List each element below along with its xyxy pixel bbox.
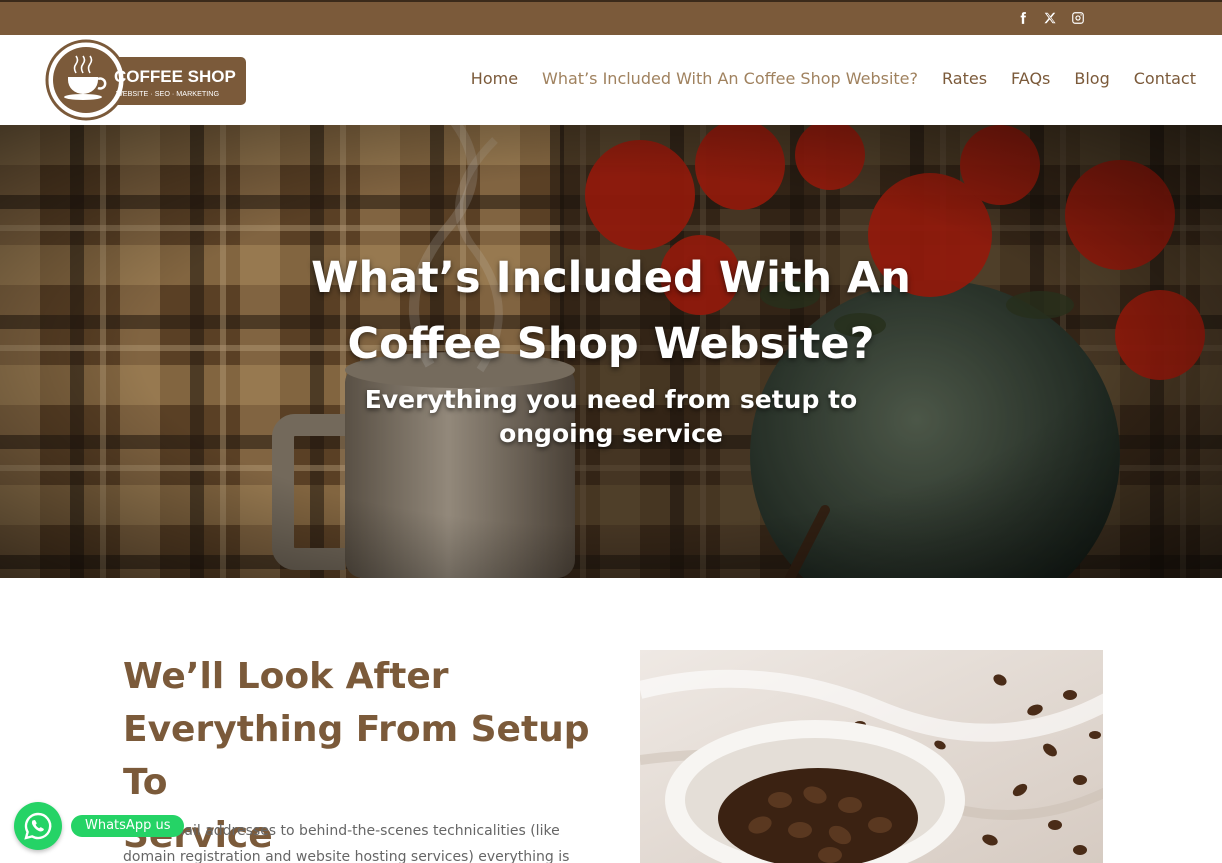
site-logo[interactable]: COFFEE SHOP WEBSITE · SEO · MARKETING xyxy=(44,39,248,121)
hero-section: What’s Included With An Coffee Shop Webs… xyxy=(0,125,1222,578)
hero-subtitle: Everything you need from setup to ongoin… xyxy=(0,383,1222,451)
hero-title-line-1: What’s Included With An xyxy=(311,253,911,303)
x-icon[interactable] xyxy=(1042,10,1058,26)
hero-title-line-2: Coffee Shop Website? xyxy=(347,319,875,369)
nav-item-home[interactable]: Home xyxy=(471,69,518,88)
logo-name: COFFEE SHOP xyxy=(114,67,236,86)
section-body-text: From email addresses to behind-the-scene… xyxy=(123,818,593,863)
logo-tagline: WEBSITE · SEO · MARKETING xyxy=(116,89,219,98)
nav-item-rates[interactable]: Rates xyxy=(942,69,987,88)
section-title-line-1: We’ll Look After xyxy=(123,656,449,697)
main-nav: Home What’s Included With An Coffee Shop… xyxy=(471,69,1196,88)
facebook-icon[interactable] xyxy=(1015,10,1031,26)
nav-item-contact[interactable]: Contact xyxy=(1134,69,1196,88)
top-bar xyxy=(0,0,1222,35)
whatsapp-icon[interactable] xyxy=(14,802,62,850)
nav-item-blog[interactable]: Blog xyxy=(1074,69,1109,88)
section-body-line-2: domain registration and website hosting … xyxy=(123,849,570,863)
nav-item-faqs[interactable]: FAQs xyxy=(1011,69,1050,88)
nav-item-whats-included[interactable]: What’s Included With An Coffee Shop Webs… xyxy=(542,69,918,88)
whatsapp-label[interactable]: WhatsApp us xyxy=(71,815,185,837)
instagram-icon[interactable] xyxy=(1070,10,1086,26)
section-body-line-1: From email addresses to behind-the-scene… xyxy=(123,823,560,839)
coffee-beans-image xyxy=(640,650,1103,863)
section-title-line-2: Everything From Setup To xyxy=(123,709,590,803)
site-header: COFFEE SHOP WEBSITE · SEO · MARKETING Ho… xyxy=(0,35,1222,125)
hero-subtitle-line-1: Everything you need from setup to xyxy=(364,385,858,414)
hero-subtitle-line-2: ongoing service xyxy=(499,419,723,448)
hero-title: What’s Included With An Coffee Shop Webs… xyxy=(0,245,1222,377)
